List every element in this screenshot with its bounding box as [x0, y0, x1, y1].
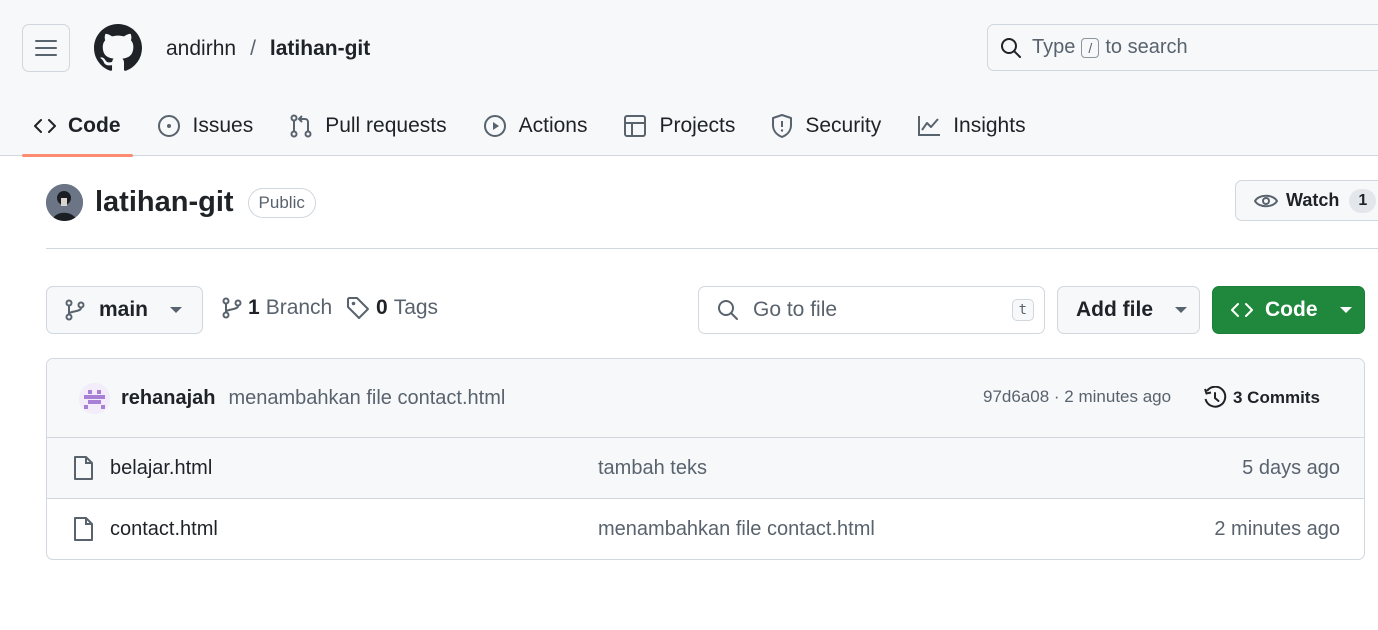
- code-icon: [34, 119, 56, 133]
- breadcrumb-separator: /: [250, 37, 256, 60]
- file-commit-age: 2 minutes ago: [1214, 518, 1340, 540]
- github-logo-icon[interactable]: [94, 24, 142, 72]
- menu-button[interactable]: [22, 24, 70, 72]
- caret-down-icon: [1175, 307, 1187, 313]
- tab-issues[interactable]: Issues: [145, 96, 266, 156]
- go-to-file-shortcut: t: [1011, 299, 1034, 321]
- tab-security[interactable]: Security: [759, 96, 893, 156]
- table-icon: [624, 115, 647, 137]
- commit-author-avatar[interactable]: [79, 382, 110, 414]
- code-icon: [1231, 303, 1253, 317]
- go-to-file-placeholder: Go to file: [753, 298, 838, 321]
- search-placeholder-prefix: Type: [1032, 36, 1076, 58]
- tags-count: 0: [376, 296, 388, 319]
- avatar-icon: [46, 184, 83, 221]
- tab-code[interactable]: Code: [22, 96, 133, 157]
- repo-name[interactable]: latihan-git: [95, 186, 234, 219]
- caret-down-icon: [1339, 307, 1352, 313]
- tags-label: Tags: [393, 296, 439, 319]
- tab-label: Insights: [953, 114, 1026, 137]
- watch-label: Watch: [1286, 190, 1340, 210]
- repo-nav-tabs: Code Issues Pull requests Actions Projec…: [22, 96, 1050, 157]
- identicon-icon: [79, 382, 110, 414]
- graph-icon: [918, 116, 941, 136]
- branch-name: main: [99, 298, 149, 321]
- issue-icon: [157, 115, 180, 137]
- add-file-label: Add file: [1076, 298, 1153, 321]
- caret-down-icon: [170, 307, 183, 313]
- branch-icon: [222, 297, 242, 319]
- file-icon: [74, 456, 93, 480]
- breadcrumb-repo-link[interactable]: latihan-git: [270, 36, 370, 62]
- repo-title-row: latihan-git Public: [46, 184, 316, 221]
- file-commit-age: 5 days ago: [1242, 457, 1340, 479]
- branches-link[interactable]: 1 Branch: [222, 296, 332, 320]
- tab-actions[interactable]: Actions: [471, 96, 600, 156]
- branches-label: Branch: [265, 296, 333, 319]
- branches-count: 1: [248, 296, 260, 319]
- pull-request-icon: [290, 114, 312, 138]
- tab-label: Code: [68, 114, 121, 137]
- code-dropdown-button[interactable]: Code: [1212, 286, 1365, 334]
- file-commit-message[interactable]: tambah teks: [598, 457, 707, 480]
- search-shortcut-key: /: [1081, 37, 1100, 58]
- section-divider: [46, 248, 1378, 249]
- branch-icon: [65, 299, 85, 321]
- commit-message[interactable]: menambahkan file contact.html: [228, 387, 505, 410]
- global-search-input[interactable]: Type / to search: [987, 24, 1378, 71]
- tab-label: Actions: [518, 114, 588, 137]
- code-button-label: Code: [1265, 298, 1318, 321]
- file-name[interactable]: belajar.html: [110, 457, 212, 480]
- eye-icon: [1254, 194, 1278, 207]
- tab-label: Pull requests: [325, 114, 447, 137]
- file-row[interactable]: contact.html menambahkan file contact.ht…: [47, 499, 1364, 559]
- branch-select-button[interactable]: main: [46, 286, 203, 334]
- history-icon: [1204, 386, 1227, 408]
- file-icon: [74, 517, 93, 541]
- commit-hash-time[interactable]: 97d6a08 · 2 minutes ago: [983, 387, 1171, 407]
- global-header: andirhn / latihan-git Type / to search C…: [0, 0, 1378, 157]
- tab-label: Security: [805, 114, 882, 137]
- tab-insights[interactable]: Insights: [905, 96, 1037, 156]
- commit-author[interactable]: rehanajah: [121, 387, 215, 410]
- tab-projects[interactable]: Projects: [611, 96, 747, 156]
- add-file-button[interactable]: Add file: [1057, 286, 1200, 334]
- commits-count: 3 Commits: [1233, 388, 1320, 407]
- owner-avatar[interactable]: [46, 184, 83, 221]
- commits-history-link[interactable]: 3 Commits: [1203, 386, 1320, 410]
- search-icon: [718, 300, 738, 320]
- hamburger-icon: [35, 40, 57, 56]
- watch-count: 1: [1349, 188, 1377, 213]
- go-to-file-input[interactable]: Go to file t: [698, 286, 1045, 334]
- tag-icon: [347, 297, 369, 319]
- tab-label: Issues: [192, 114, 254, 137]
- play-icon: [483, 115, 506, 137]
- search-icon: [1001, 37, 1021, 58]
- breadcrumb-owner-link[interactable]: andirhn: [166, 36, 236, 62]
- file-commit-message[interactable]: menambahkan file contact.html: [598, 518, 875, 541]
- search-placeholder-suffix: to search: [1105, 36, 1188, 58]
- visibility-badge: Public: [247, 187, 316, 218]
- tags-link[interactable]: 0 Tags: [346, 296, 438, 320]
- file-table: rehanajah menambahkan file contact.html …: [46, 358, 1365, 560]
- tab-label: Projects: [659, 114, 736, 137]
- tab-pull-requests[interactable]: Pull requests: [277, 96, 458, 156]
- latest-commit-row: rehanajah menambahkan file contact.html …: [47, 359, 1364, 438]
- breadcrumb: andirhn / latihan-git: [166, 36, 370, 62]
- shield-icon: [772, 114, 793, 138]
- file-row[interactable]: belajar.html tambah teks 5 days ago: [47, 438, 1364, 499]
- file-name[interactable]: contact.html: [110, 518, 218, 541]
- watch-button[interactable]: Watch 1: [1235, 180, 1378, 221]
